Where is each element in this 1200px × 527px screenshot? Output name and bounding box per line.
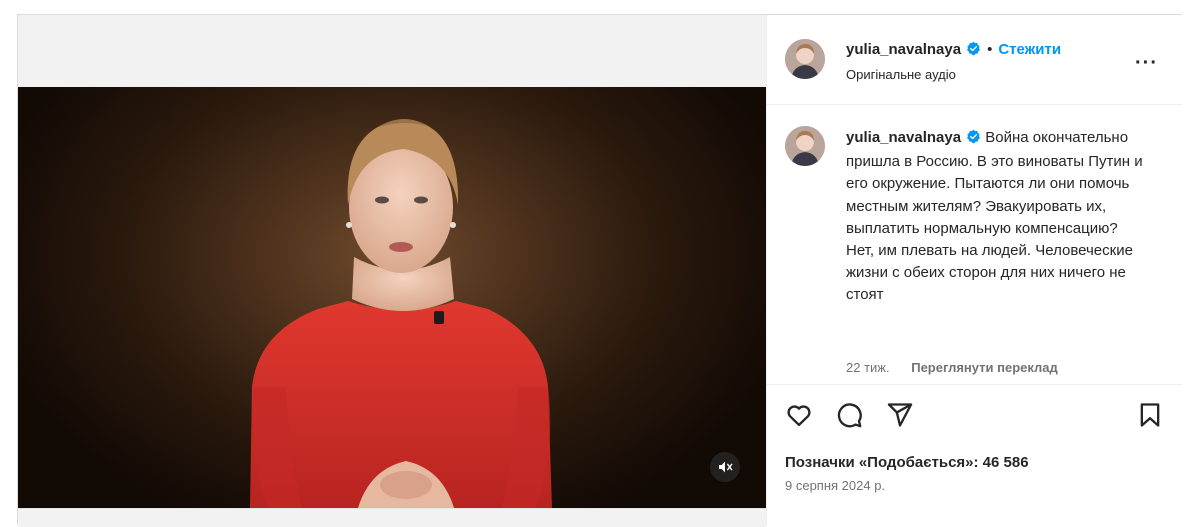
- caption-username-link[interactable]: yulia_navalnaya: [846, 129, 961, 146]
- caption: yulia_navalnaya Война окончательно пришл…: [846, 127, 1146, 307]
- avatar[interactable]: [785, 39, 825, 79]
- comment-button[interactable]: [835, 401, 863, 434]
- share-button[interactable]: [886, 401, 914, 434]
- save-button[interactable]: [1136, 401, 1164, 434]
- action-bar: [785, 401, 1165, 431]
- caption-avatar[interactable]: [785, 126, 825, 166]
- timestamp[interactable]: 22 тиж.: [846, 360, 890, 375]
- media-bottom-letterbox: [18, 508, 766, 527]
- comment-icon: [837, 403, 862, 428]
- follow-button[interactable]: Стежити: [998, 41, 1061, 58]
- media-top-letterbox: [18, 15, 766, 87]
- paper-plane-icon: [887, 403, 913, 427]
- original-audio-link[interactable]: Оригінальне аудіо: [846, 67, 956, 82]
- see-translation-link[interactable]: Переглянути переклад: [911, 360, 1058, 375]
- heart-icon: [787, 405, 811, 427]
- caption-meta: 22 тиж. Переглянути переклад: [846, 360, 1076, 375]
- post-date[interactable]: 9 серпня 2024 р.: [785, 478, 885, 493]
- post-sidebar: yulia_navalnaya • Стежити Оригінальне ауді…: [766, 15, 1182, 526]
- media-column: [18, 15, 766, 527]
- caption-text: Война окончательно пришла в Россию. В эт…: [846, 129, 1143, 304]
- more-options-icon[interactable]: ···: [1135, 52, 1158, 75]
- avatar-image: [785, 126, 825, 166]
- divider: [767, 384, 1182, 385]
- verified-badge-icon: [966, 129, 981, 151]
- separator-dot: •: [987, 41, 993, 58]
- header-title-row: yulia_navalnaya • Стежити: [846, 41, 1061, 61]
- instagram-post: yulia_navalnaya • Стежити Оригінальне ауді…: [17, 14, 1182, 527]
- username-link[interactable]: yulia_navalnaya: [846, 41, 961, 58]
- video-frame-woman-in-red-dress: [250, 119, 552, 508]
- avatar-image: [785, 39, 825, 79]
- likes-count-link[interactable]: Позначки «Подобається»: 46 586: [785, 454, 1029, 471]
- mute-toggle-button[interactable]: [710, 452, 740, 482]
- verified-badge-icon: [966, 41, 981, 61]
- muted-speaker-icon: [719, 461, 733, 473]
- post-header: yulia_navalnaya • Стежити Оригінальне ауді…: [767, 15, 1182, 105]
- bookmark-icon: [1140, 403, 1160, 427]
- video-player[interactable]: [18, 87, 766, 508]
- like-button[interactable]: [785, 401, 813, 434]
